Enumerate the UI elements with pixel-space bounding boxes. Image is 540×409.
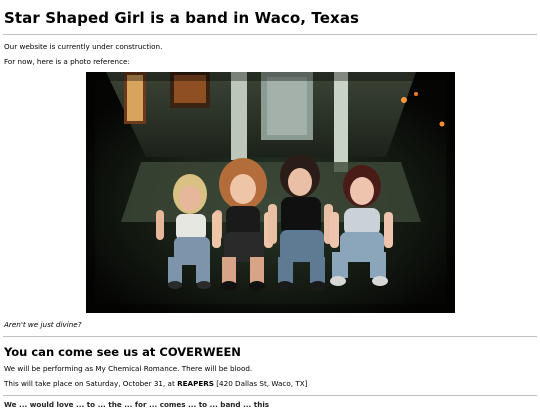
venue-address: [420 Dallas St, Waco, TX] bbox=[213, 379, 308, 388]
event-line-location: This will take place on Saturday, Octobe… bbox=[4, 379, 307, 388]
event-divider bbox=[3, 395, 537, 396]
band-photo bbox=[86, 72, 455, 313]
page-title: Star Shaped Girl is a band in Waco, Texa… bbox=[4, 9, 360, 27]
event-heading: You can come see us at COVERWEEN bbox=[4, 345, 241, 359]
photo-caption: Aren't we just divine? bbox=[4, 320, 82, 329]
event-date-text: This will take place on Saturday, Octobe… bbox=[4, 379, 178, 388]
event-line-performing: We will be performing as My Chemical Rom… bbox=[4, 364, 253, 373]
intro-line-construction: Our website is currently under construct… bbox=[4, 42, 163, 51]
venue-name: REAPERS bbox=[177, 379, 214, 388]
title-divider bbox=[3, 34, 537, 35]
intro-line-photo-ref: For now, here is a photo reference: bbox=[4, 57, 130, 66]
caption-divider bbox=[3, 336, 537, 337]
